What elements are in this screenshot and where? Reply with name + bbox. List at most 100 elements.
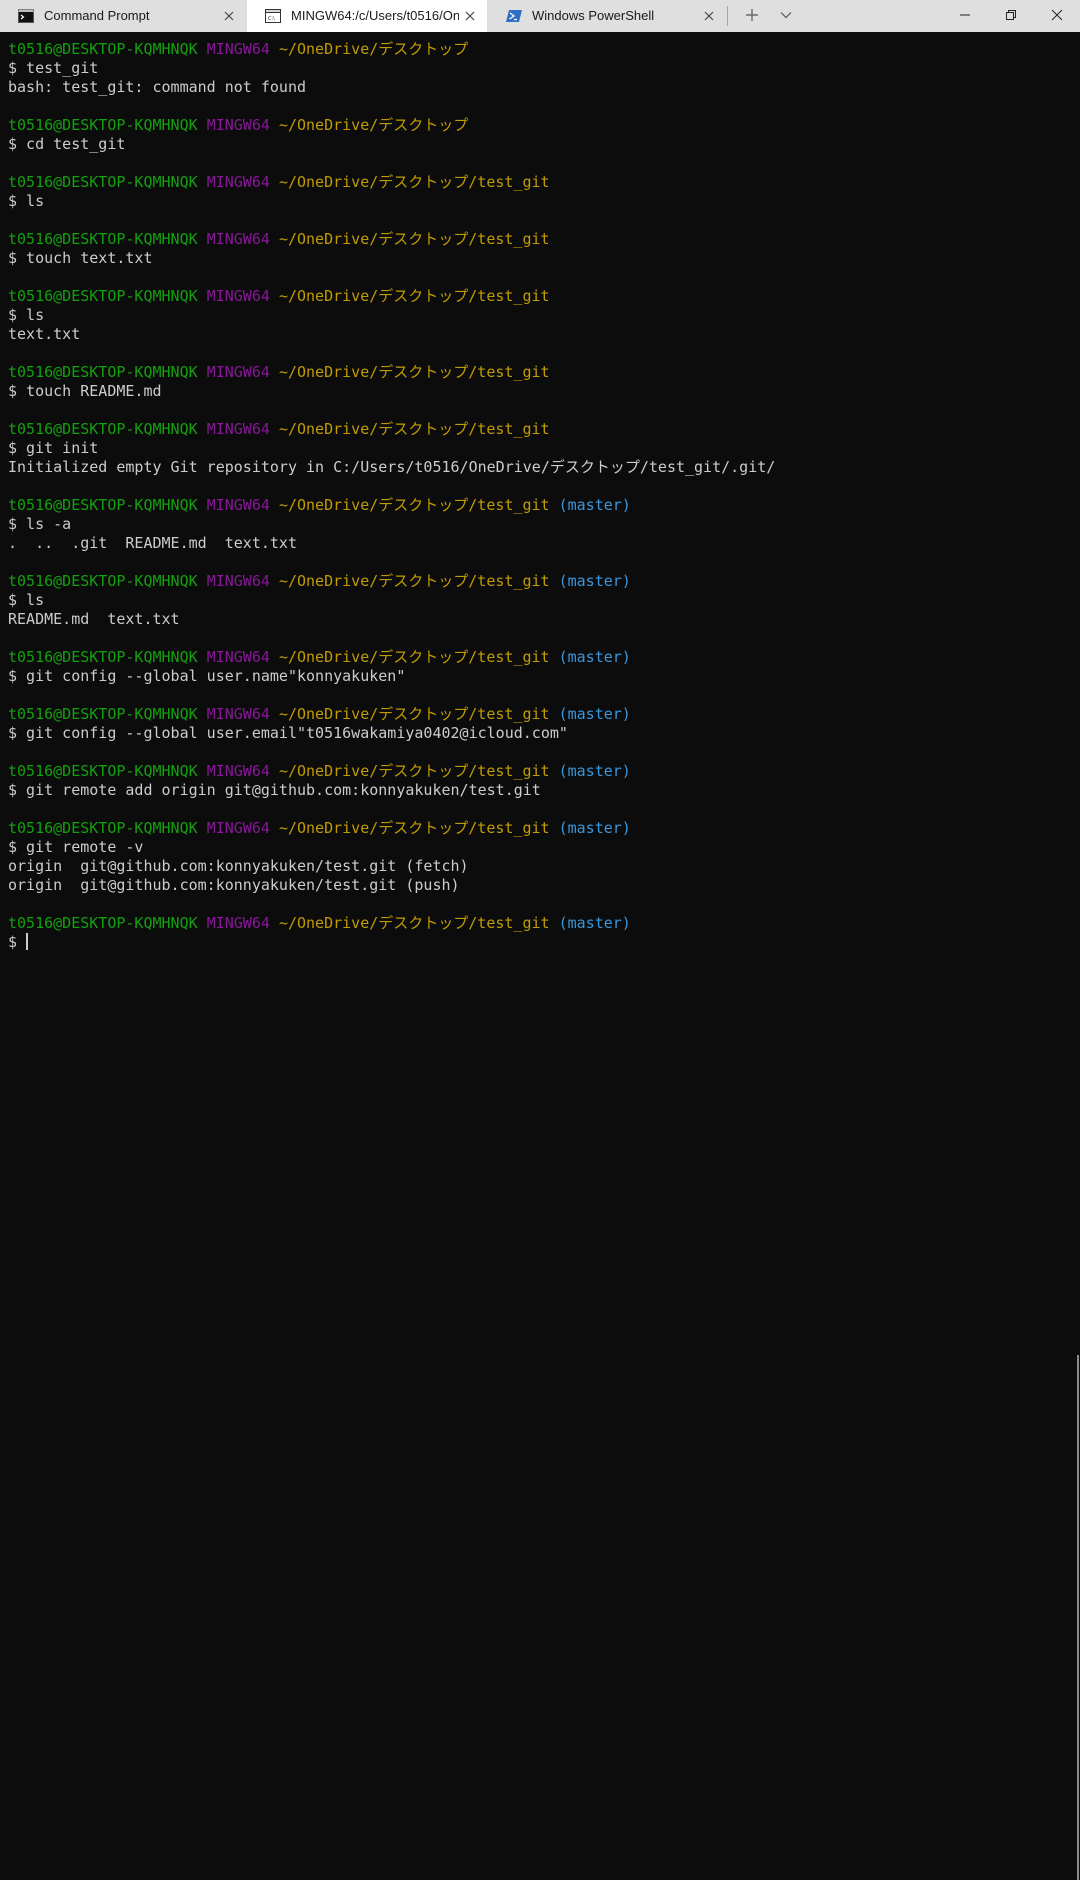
command-text: $ git config --global user.email"t0516wa… <box>8 724 568 742</box>
prompt-user-host: t0516@DESKTOP-KQMHNQK <box>8 914 198 932</box>
new-tab-button[interactable] <box>736 0 768 32</box>
prompt-user-host: t0516@DESKTOP-KQMHNQK <box>8 40 198 58</box>
command-line: $ ls <box>8 192 1080 211</box>
minimize-icon <box>959 9 971 24</box>
output-text: origin git@github.com:konnyakuken/test.g… <box>8 857 469 875</box>
prompt-line: t0516@DESKTOP-KQMHNQK MINGW64 ~/OneDrive… <box>8 363 1080 382</box>
text-cursor <box>26 933 29 950</box>
tab-command-prompt[interactable]: Command Prompt <box>0 0 246 32</box>
prompt-line: t0516@DESKTOP-KQMHNQK MINGW64 ~/OneDrive… <box>8 230 1080 249</box>
prompt-path: ~/OneDrive/デスクトップ/test_git <box>278 572 550 590</box>
prompt-path: ~/OneDrive/デスクトップ/test_git <box>278 819 550 837</box>
prompt-user-host: t0516@DESKTOP-KQMHNQK <box>8 116 198 134</box>
chevron-down-icon <box>779 8 793 25</box>
prompt-user-host: t0516@DESKTOP-KQMHNQK <box>8 819 198 837</box>
scrollbar-thumb[interactable] <box>1077 1355 1079 1880</box>
prompt-user-host: t0516@DESKTOP-KQMHNQK <box>8 173 198 191</box>
prompt-system: MINGW64 <box>206 420 270 438</box>
command-line: $ git config --global user.name"konnyaku… <box>8 667 1080 686</box>
command-text: $ touch text.txt <box>8 249 153 267</box>
command-text: $ git remote add origin git@github.com:k… <box>8 781 541 799</box>
output-text: . .. .git README.md text.txt <box>8 534 297 552</box>
tab-dropdown-button[interactable] <box>770 0 802 32</box>
command-line: $ git config --global user.email"t0516wa… <box>8 724 1080 743</box>
prompt-line: t0516@DESKTOP-KQMHNQK MINGW64 ~/OneDrive… <box>8 173 1080 192</box>
prompt-user-host: t0516@DESKTOP-KQMHNQK <box>8 287 198 305</box>
command-text: $ test_git <box>8 59 99 77</box>
prompt-system: MINGW64 <box>206 648 270 666</box>
output-text: bash: test_git: command not found <box>8 78 307 96</box>
prompt-branch: (master) <box>558 572 631 590</box>
prompt-line: t0516@DESKTOP-KQMHNQK MINGW64 ~/OneDrive… <box>8 762 1080 781</box>
output-line: bash: test_git: command not found <box>8 78 1080 97</box>
terminal-output[interactable]: t0516@DESKTOP-KQMHNQK MINGW64 ~/OneDrive… <box>0 32 1080 1880</box>
prompt-system: MINGW64 <box>206 572 270 590</box>
prompt-system: MINGW64 <box>206 173 270 191</box>
command-text: $ git config --global user.name"konnyaku… <box>8 667 406 685</box>
mingw-window-icon: C:\ <box>265 9 281 23</box>
svg-text:C:\: C:\ <box>268 16 275 22</box>
prompt-line: t0516@DESKTOP-KQMHNQK MINGW64 ~/OneDrive… <box>8 819 1080 838</box>
command-text: $ touch README.md <box>8 382 162 400</box>
prompt-user-host: t0516@DESKTOP-KQMHNQK <box>8 363 198 381</box>
command-line: $ cd test_git <box>8 135 1080 154</box>
close-icon[interactable] <box>463 9 477 23</box>
output-line: origin git@github.com:konnyakuken/test.g… <box>8 876 1080 895</box>
prompt-path: ~/OneDrive/デスクトップ <box>278 116 469 134</box>
command-line: $ ls <box>8 591 1080 610</box>
prompt-path: ~/OneDrive/デスクトップ/test_git <box>278 705 550 723</box>
prompt-branch: (master) <box>558 819 631 837</box>
prompt-path: ~/OneDrive/デスクトップ/test_git <box>278 914 550 932</box>
prompt-user-host: t0516@DESKTOP-KQMHNQK <box>8 230 198 248</box>
command-line: $ git init <box>8 439 1080 458</box>
prompt-branch: (master) <box>558 762 631 780</box>
minimize-button[interactable] <box>942 0 988 32</box>
prompt-branch: (master) <box>558 648 631 666</box>
prompt-system: MINGW64 <box>206 819 270 837</box>
prompt-system: MINGW64 <box>206 40 270 58</box>
output-text: Initialized empty Git repository in C:/U… <box>8 458 776 476</box>
tab-windows-powershell[interactable]: Windows PowerShell <box>488 0 726 32</box>
tab-bar: Command Prompt C:\ MINGW64:/c/Users/t051… <box>0 0 1080 32</box>
prompt-path: ~/OneDrive/デスクトップ/test_git <box>278 762 550 780</box>
prompt-line: t0516@DESKTOP-KQMHNQK MINGW64 ~/OneDrive… <box>8 914 1080 933</box>
restore-button[interactable] <box>988 0 1034 32</box>
tab-mingw64[interactable]: C:\ MINGW64:/c/Users/t0516/OneD <box>247 0 487 32</box>
command-text: $ ls <box>8 192 45 210</box>
command-line: $ test_git <box>8 59 1080 78</box>
command-text: $ ls <box>8 306 45 324</box>
close-icon[interactable] <box>222 9 236 23</box>
prompt-branch: (master) <box>558 496 631 514</box>
command-line: $ <box>8 933 1080 952</box>
prompt-path: ~/OneDrive/デスクトップ/test_git <box>278 287 550 305</box>
prompt-line: t0516@DESKTOP-KQMHNQK MINGW64 ~/OneDrive… <box>8 705 1080 724</box>
prompt-user-host: t0516@DESKTOP-KQMHNQK <box>8 762 198 780</box>
prompt-system: MINGW64 <box>206 116 270 134</box>
output-line: . .. .git README.md text.txt <box>8 534 1080 553</box>
prompt-user-host: t0516@DESKTOP-KQMHNQK <box>8 496 198 514</box>
close-icon[interactable] <box>702 9 716 23</box>
prompt-system: MINGW64 <box>206 230 270 248</box>
command-text: $ ls -a <box>8 515 72 533</box>
tab-label: Windows PowerShell <box>532 8 655 23</box>
prompt-system: MINGW64 <box>206 762 270 780</box>
command-line: $ ls <box>8 306 1080 325</box>
prompt-path: ~/OneDrive/デスクトップ <box>278 40 469 58</box>
prompt-line: t0516@DESKTOP-KQMHNQK MINGW64 ~/OneDrive… <box>8 40 1080 59</box>
tab-divider <box>727 6 728 26</box>
prompt-path: ~/OneDrive/デスクトップ/test_git <box>278 230 550 248</box>
close-icon <box>1051 9 1063 24</box>
window-close-button[interactable] <box>1034 0 1080 32</box>
prompt-system: MINGW64 <box>206 496 270 514</box>
output-text: text.txt <box>8 325 81 343</box>
